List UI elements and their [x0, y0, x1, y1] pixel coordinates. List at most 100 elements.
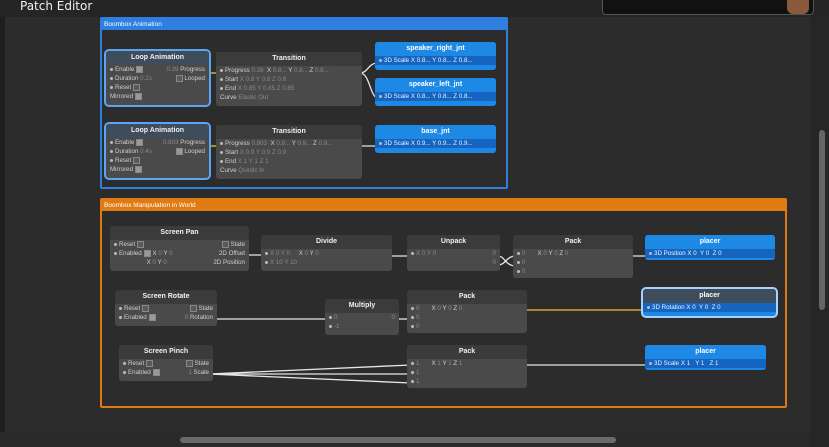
scale-row[interactable]: Enabled 1 Scale [119, 368, 213, 377]
rotation-row[interactable]: 3D Rotation X 0 Y 0 Z 0 [643, 303, 776, 312]
base-jnt-node[interactable]: base_jnt 3D Scale X 0.9... Y 0.9... Z 0.… [375, 125, 496, 153]
node-title: placer [643, 289, 776, 303]
pack-node-1[interactable]: Pack 0 X 0 Y 0 Z 0 0 0 [513, 235, 633, 278]
reset-row[interactable]: Reset State [110, 240, 249, 249]
start-row[interactable]: Start X 0.9 Y 0.9 Z 0.9 [216, 148, 362, 157]
enable-row[interactable]: Enable 0.803 Progress [106, 138, 209, 147]
group-label: Boombox Animation [102, 19, 506, 30]
start-row[interactable]: Start X 0.8 Y 0.8 Z 0.8 [216, 75, 362, 84]
reset-checkbox[interactable] [146, 359, 154, 367]
position-row[interactable]: X 0 Y 0 2D Position [110, 258, 249, 267]
node-title: Screen Pinch [119, 345, 213, 359]
reset-row[interactable]: Reset State [119, 359, 213, 368]
node-title: Multiply [325, 299, 399, 313]
vertical-scrollbar-thumb[interactable] [819, 130, 825, 310]
duration-row[interactable]: Duration 0.4s Looped [106, 147, 209, 156]
reset-checkbox[interactable] [142, 304, 150, 312]
offset-row[interactable]: Enabled X 0 Y 0 2D Offset [110, 249, 249, 258]
mirrored-checkbox[interactable] [135, 92, 143, 100]
transition-node-2[interactable]: Transition Progress 0.803 X 0.9... Y 0.9… [216, 125, 362, 179]
looped-checkbox[interactable] [175, 74, 183, 82]
z-row[interactable]: 0 [513, 267, 633, 276]
pack-node-2[interactable]: Pack 0 X 0 Y 0 Z 0 0 0 [407, 290, 527, 333]
x-row[interactable]: 0 X 0 Y 0 Z 0 [513, 249, 633, 258]
reset-row[interactable]: Reset [106, 156, 209, 165]
enabled-checkbox[interactable] [148, 313, 156, 321]
y-row[interactable]: 0 [407, 313, 527, 322]
reset-checkbox[interactable] [133, 83, 141, 91]
node-title: Screen Pan [110, 226, 249, 240]
node-title: Divide [261, 235, 392, 249]
input-row[interactable]: X 0 Y 00 [407, 249, 500, 258]
screen-pinch-node[interactable]: Screen Pinch Reset State Enabled 1 Scale [119, 345, 213, 381]
curve-row[interactable]: Curve Elastic Out [216, 93, 362, 102]
input-row-1[interactable]: X 0 Y 0 X 0 Y 0 [261, 249, 392, 258]
x-row[interactable]: 0 X 0 Y 0 Z 0 [407, 304, 527, 313]
z-row[interactable]: 1 [407, 377, 527, 386]
output-row[interactable]: 0 [407, 258, 500, 267]
unpack-node[interactable]: Unpack X 0 Y 00 0 [407, 235, 500, 271]
loop-animation-node-1[interactable]: Loop Animation Enable 0.39 Progress Durat… [106, 51, 209, 105]
node-title: Loop Animation [106, 124, 209, 138]
reset-row[interactable]: Reset State [115, 304, 217, 313]
x-row[interactable]: 1 X 1 Y 1 Z 1 [407, 359, 527, 368]
node-title: base_jnt [375, 125, 496, 139]
node-title: placer [645, 345, 766, 359]
state-checkbox[interactable] [185, 359, 193, 367]
node-title: speaker_right_jnt [375, 42, 496, 56]
mirrored-checkbox[interactable] [135, 165, 143, 173]
reset-checkbox[interactable] [137, 240, 145, 248]
scale-row[interactable]: 3D Scale X 0.8... Y 0.8... Z 0.8... [375, 56, 496, 65]
y-row[interactable]: 1 [407, 368, 527, 377]
position-row[interactable]: 3D Position X 0 Y 0 Z 0 [645, 249, 775, 258]
placer-scale-node[interactable]: placer 3D Scale X 1 Y 1 Z 1 [645, 345, 766, 370]
z-row[interactable]: 0 [407, 322, 527, 331]
transition-node-1[interactable]: Transition Progress 0.39 X 0.8... Y 0.8.… [216, 52, 362, 106]
node-title: Pack [407, 290, 527, 304]
placer-position-node[interactable]: placer 3D Position X 0 Y 0 Z 0 [645, 235, 775, 260]
horizontal-scrollbar-thumb[interactable] [180, 437, 616, 443]
placer-rotation-node[interactable]: placer 3D Rotation X 0 Y 0 Z 0 [643, 289, 776, 316]
end-row[interactable]: End X 1 Y 1 Z 1 [216, 157, 362, 166]
node-title: Pack [407, 345, 527, 359]
enable-checkbox[interactable] [136, 65, 144, 73]
multiply-node[interactable]: Multiply 00 -1 [325, 299, 399, 335]
curve-row[interactable]: Curve Quintic In [216, 166, 362, 175]
screen-pan-node[interactable]: Screen Pan Reset State Enabled X 0 Y 0 2D… [110, 226, 249, 271]
state-checkbox[interactable] [189, 304, 197, 312]
node-title: Transition [216, 52, 362, 66]
enabled-checkbox[interactable] [143, 249, 151, 257]
input-row-2[interactable]: X 10 Y 10 [261, 258, 392, 267]
node-title: placer [645, 235, 775, 249]
duration-row[interactable]: Duration 0.2s Looped [106, 74, 209, 83]
y-row[interactable]: 0 [513, 258, 633, 267]
speaker-right-jnt-node[interactable]: speaker_right_jnt 3D Scale X 0.8... Y 0.… [375, 42, 496, 70]
node-title: Unpack [407, 235, 500, 249]
reset-row[interactable]: Reset [106, 83, 209, 92]
scale-row[interactable]: 3D Scale X 0.8... Y 0.8... Z 0.8... [375, 92, 496, 101]
enabled-checkbox[interactable] [152, 368, 160, 376]
loop-animation-node-2[interactable]: Loop Animation Enable 0.803 Progress Dura… [106, 124, 209, 178]
enable-checkbox[interactable] [136, 138, 144, 146]
mirrored-row[interactable]: Mirrored [106, 165, 209, 174]
node-title: Transition [216, 125, 362, 139]
progress-row[interactable]: Progress 0.39 X 0.8... Y 0.8... Z 0.8... [216, 66, 362, 75]
scale-row[interactable]: 3D Scale X 0.9... Y 0.9... Z 0.9... [375, 139, 496, 148]
end-row[interactable]: End X 0.85 Y 0.85 Z 0.85 [216, 84, 362, 93]
node-title: Screen Rotate [115, 290, 217, 304]
input-row-1[interactable]: 00 [325, 313, 399, 322]
pack-node-3[interactable]: Pack 1 X 1 Y 1 Z 1 1 1 [407, 345, 527, 388]
enable-row[interactable]: Enable 0.39 Progress [106, 65, 209, 74]
scale-row[interactable]: 3D Scale X 1 Y 1 Z 1 [645, 359, 766, 368]
rotation-row[interactable]: Enabled 0 Rotation [115, 313, 217, 322]
state-checkbox[interactable] [221, 240, 229, 248]
speaker-left-jnt-node[interactable]: speaker_left_jnt 3D Scale X 0.8... Y 0.8… [375, 78, 496, 106]
input-row-2[interactable]: -1 [325, 322, 399, 331]
mirrored-row[interactable]: Mirrored [106, 92, 209, 101]
looped-checkbox[interactable] [175, 147, 183, 155]
screen-rotate-node[interactable]: Screen Rotate Reset State Enabled 0 Rotat… [115, 290, 217, 326]
progress-row[interactable]: Progress 0.803 X 0.9... Y 0.9... Z 0.9..… [216, 139, 362, 148]
divide-node[interactable]: Divide X 0 Y 0 X 0 Y 0 X 10 Y 10 [261, 235, 392, 271]
reset-checkbox[interactable] [133, 156, 141, 164]
node-title: Loop Animation [106, 51, 209, 65]
